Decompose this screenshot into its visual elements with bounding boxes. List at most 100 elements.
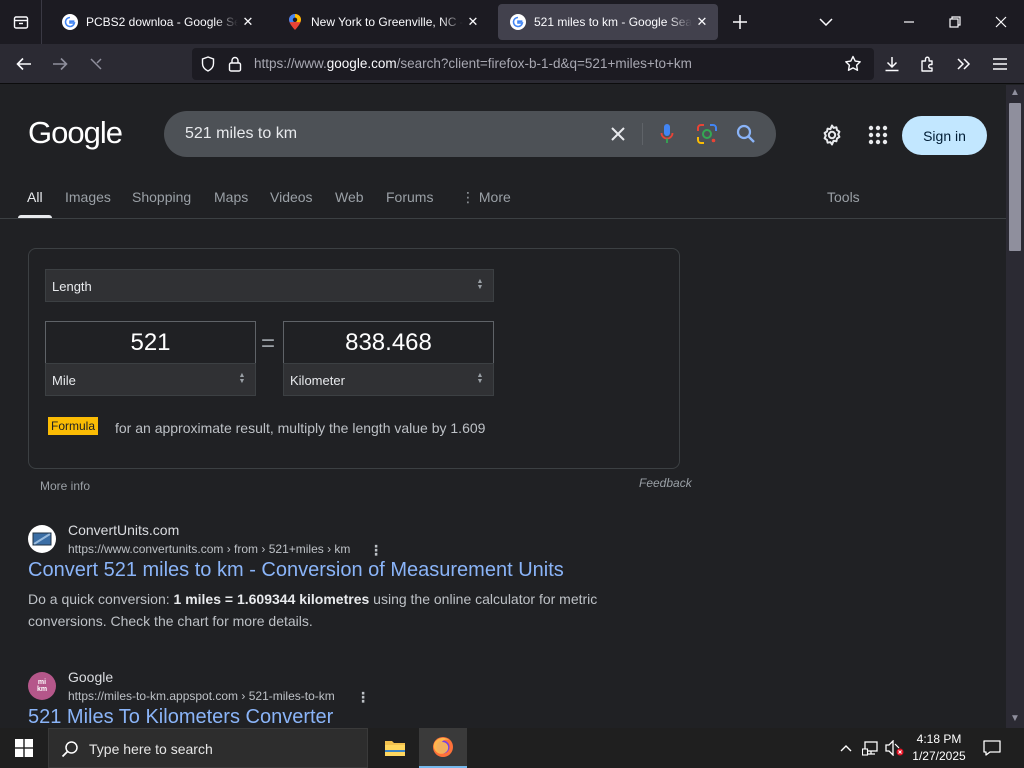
tab-shopping[interactable]: Shopping	[132, 189, 191, 205]
tab-maps[interactable]: Maps	[214, 189, 248, 205]
more-vert-icon: ⋮	[461, 189, 479, 205]
equals-sign: =	[261, 330, 276, 357]
taskbar-clock[interactable]: 4:18 PM 1/27/2025	[906, 731, 972, 765]
hamburger-icon	[993, 58, 1007, 70]
tab-title: New York to Greenville, NC - Google Maps	[311, 15, 463, 29]
notification-speech-icon	[983, 740, 1001, 756]
google-results-page: Google 521 miles to km Sign in All Image…	[0, 85, 1006, 728]
unit-converter-card: Length ▲ ▼ 521 = 838.468 Mile ▲ ▼ Kilomete…	[28, 248, 680, 469]
stop-loading-button[interactable]	[80, 48, 112, 80]
close-tab-icon[interactable]: ✕	[692, 12, 712, 32]
new-tab-button[interactable]	[724, 6, 756, 38]
loading-spinner-icon	[90, 58, 102, 70]
chevron-double-right-icon	[957, 58, 971, 70]
tab-forums[interactable]: Forums	[386, 189, 433, 205]
google-lens-icon[interactable]	[695, 122, 719, 146]
close-window-button[interactable]	[985, 6, 1017, 38]
feedback-link[interactable]: Feedback	[639, 476, 692, 490]
network-button[interactable]	[860, 728, 882, 768]
category-select-value: Length	[52, 279, 92, 294]
tab-more[interactable]: ⋮ More	[461, 189, 511, 206]
tab-title: 521 miles to km - Google Search	[534, 15, 692, 29]
microphone-icon[interactable]	[655, 122, 679, 146]
firefox-view-icon	[13, 16, 28, 29]
scroll-up-arrow-icon[interactable]: ▲	[1010, 87, 1020, 98]
back-button[interactable]	[8, 48, 40, 80]
result-url: https://www.convertunits.com › from › 52…	[68, 542, 351, 556]
to-value-input[interactable]: 838.468	[283, 321, 494, 364]
clock-date: 1/27/2025	[912, 749, 966, 763]
result-options-icon[interactable]: ⋮	[369, 542, 383, 559]
formula-badge: Formula	[48, 417, 99, 435]
from-value-input[interactable]: 521	[45, 321, 256, 364]
tab-521-miles[interactable]: 521 miles to km - Google Search ✕	[498, 4, 718, 40]
search-input[interactable]: 521 miles to km	[185, 125, 297, 143]
maps-pin-icon	[287, 14, 303, 30]
notifications-button[interactable]	[978, 728, 1006, 768]
firefox-taskbar-button[interactable]	[419, 728, 467, 768]
close-icon	[995, 16, 1007, 28]
file-explorer-button[interactable]	[371, 728, 419, 768]
select-arrows-icon: ▲ ▼	[238, 372, 246, 385]
to-unit-select[interactable]: Kilometer ▲ ▼	[283, 363, 494, 396]
result-title-link[interactable]: Convert 521 miles to km - Conversion of …	[28, 559, 564, 582]
start-button[interactable]	[0, 728, 48, 768]
tab-all[interactable]: All	[27, 189, 43, 205]
tab-videos[interactable]: Videos	[270, 189, 313, 205]
from-unit-value: Mile	[52, 373, 76, 388]
result-options-icon[interactable]: ⋮	[356, 689, 370, 706]
windows-taskbar: Type here to search 4:18 PM 1/27/2025	[0, 728, 1024, 768]
close-tab-icon[interactable]: ✕	[238, 12, 258, 32]
windows-logo-icon	[15, 739, 33, 757]
clear-search-icon[interactable]	[606, 122, 630, 146]
result-title-link[interactable]: 521 Miles To Kilometers Converter	[28, 706, 333, 728]
forward-button[interactable]	[44, 48, 76, 80]
extensions-button[interactable]	[912, 48, 944, 80]
result-site-name: ConvertUnits.com	[68, 522, 180, 538]
url-text[interactable]: https://www.google.com/search?client=fir…	[254, 56, 692, 71]
category-select[interactable]: Length ▲ ▼	[45, 269, 494, 302]
settings-gear-icon[interactable]	[820, 123, 844, 147]
taskbar-search-box[interactable]: Type here to search	[48, 728, 368, 768]
active-tab-indicator	[18, 215, 52, 218]
tab-pcbs2[interactable]: PCBS2 downloa - Google Search ✕	[50, 4, 264, 40]
scrollbar-thumb[interactable]	[1009, 103, 1021, 251]
google-apps-grid-icon[interactable]	[866, 123, 890, 147]
chevron-down-icon	[819, 18, 833, 26]
scroll-down-arrow-icon[interactable]: ▼	[1010, 713, 1020, 724]
tracking-protection-shield-icon[interactable]	[200, 56, 216, 77]
firefox-icon	[433, 737, 453, 757]
from-unit-select[interactable]: Mile ▲ ▼	[45, 363, 256, 396]
lock-icon[interactable]	[228, 56, 242, 77]
tab-strip: PCBS2 downloa - Google Search ✕ New York…	[0, 0, 1024, 44]
app-menu-button[interactable]	[984, 48, 1016, 80]
firefox-view-button[interactable]	[0, 0, 42, 44]
result-url: https://miles-to-km.appspot.com › 521-mi…	[68, 689, 335, 703]
list-all-tabs-button[interactable]	[810, 6, 842, 38]
minimize-button[interactable]	[893, 6, 925, 38]
speaker-muted-icon	[885, 740, 904, 756]
downloads-button[interactable]	[876, 48, 908, 80]
tab-images[interactable]: Images	[65, 189, 111, 205]
page-scrollbar[interactable]: ▲ ▼	[1006, 85, 1024, 728]
sign-in-button[interactable]: Sign in	[902, 116, 987, 155]
address-bar[interactable]: https://www.google.com/search?client=fir…	[192, 48, 874, 80]
show-hidden-icons-button[interactable]	[836, 728, 856, 768]
miles-to-km-favicon-icon: mi km	[28, 672, 56, 700]
tools-button[interactable]: Tools	[827, 189, 860, 205]
close-tab-icon[interactable]: ✕	[463, 12, 483, 32]
more-tools-button[interactable]	[948, 48, 980, 80]
bookmark-star-icon[interactable]	[844, 55, 862, 78]
volume-button[interactable]	[884, 728, 906, 768]
arrow-right-icon	[53, 57, 68, 71]
tab-web[interactable]: Web	[335, 189, 364, 205]
plus-icon	[733, 15, 747, 29]
restore-button[interactable]	[939, 6, 971, 38]
search-icon[interactable]	[734, 122, 758, 146]
google-icon	[62, 14, 78, 30]
tab-maps[interactable]: New York to Greenville, NC - Google Maps…	[275, 4, 489, 40]
more-info-link[interactable]: More info	[40, 479, 90, 493]
clock-time: 4:18 PM	[916, 732, 962, 746]
google-logo[interactable]: Google	[28, 115, 123, 151]
search-box[interactable]: 521 miles to km	[164, 111, 776, 157]
